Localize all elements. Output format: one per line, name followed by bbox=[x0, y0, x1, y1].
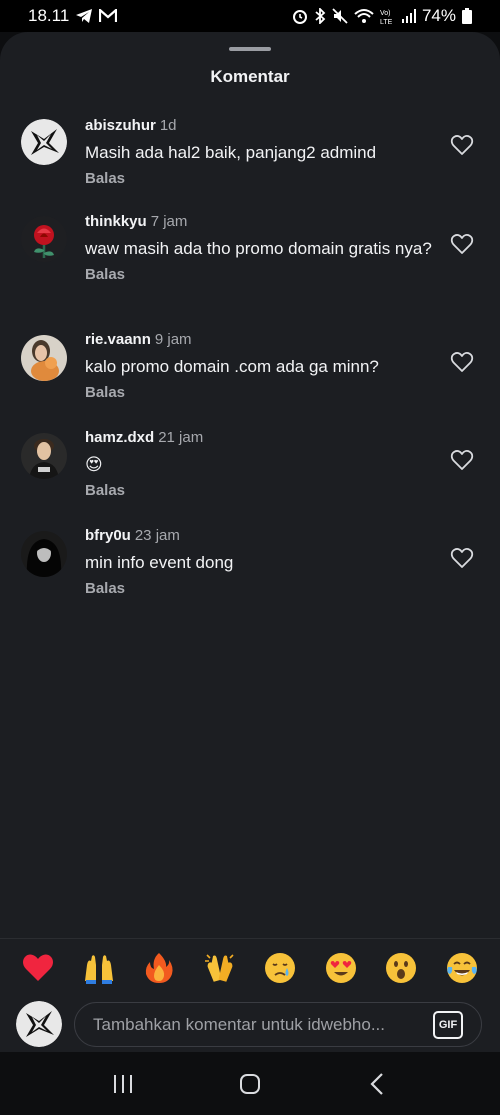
telegram-icon bbox=[75, 8, 93, 24]
comment-item: abiszuhur 1d Masih ada hal2 baik, panjang… bbox=[0, 116, 500, 216]
comment-input[interactable] bbox=[93, 1014, 433, 1035]
comment-body: bfry0u 23 jam min info event dong Balas bbox=[85, 526, 440, 597]
comment-header: thinkkyu 7 jam bbox=[85, 212, 440, 232]
status-right: Vo) LTE 74% bbox=[292, 6, 472, 26]
comment-time: 21 jam bbox=[158, 429, 204, 446]
avatar[interactable] bbox=[21, 119, 67, 165]
avatar bbox=[16, 1001, 62, 1047]
comment-text: min info event dong bbox=[85, 553, 234, 572]
sheet-title: Komentar bbox=[210, 67, 290, 86]
fire-emoji-button[interactable] bbox=[141, 950, 177, 986]
comment-username[interactable]: thinkkyu bbox=[85, 213, 147, 230]
comment-input-container: GIF bbox=[74, 1002, 482, 1047]
comment-username[interactable]: abiszuhur bbox=[85, 117, 156, 134]
clapping-hands-emoji-button[interactable] bbox=[202, 950, 238, 986]
avatar[interactable] bbox=[21, 531, 67, 577]
status-left: 18.11 bbox=[28, 6, 118, 26]
recent-apps-icon[interactable] bbox=[108, 1069, 138, 1099]
comment-header: bfry0u 23 jam bbox=[85, 526, 440, 546]
comment-item: hamz.dxd 21 jam 😍 Balas bbox=[0, 428, 500, 518]
comment-username[interactable]: hamz.dxd bbox=[85, 429, 154, 446]
red-heart-icon bbox=[23, 954, 54, 981]
heart-eyes-emoji-button[interactable] bbox=[323, 950, 359, 986]
gif-button[interactable]: GIF bbox=[433, 1010, 463, 1039]
alarm-icon bbox=[292, 8, 308, 24]
comment-item: rie.vaann 9 jam kalo promo domain .com ad… bbox=[0, 330, 500, 420]
reply-button[interactable]: Balas bbox=[85, 266, 440, 283]
comment-time: 23 jam bbox=[134, 527, 180, 544]
red-heart-emoji-button[interactable] bbox=[20, 950, 56, 986]
comment-body: abiszuhur 1d Masih ada hal2 baik, panjang… bbox=[85, 116, 440, 187]
comments-sheet: Komentar abiszuhur 1d Masih ada hal2 baik… bbox=[0, 32, 500, 1052]
comment-text: kalo promo domain .com ada ga minn? bbox=[85, 357, 379, 376]
heart-icon[interactable] bbox=[450, 133, 474, 157]
signal-icon bbox=[401, 9, 416, 23]
avatar[interactable] bbox=[21, 216, 67, 262]
comment-text: Masih ada hal2 baik, panjang2 admind bbox=[85, 143, 377, 162]
avatar[interactable] bbox=[21, 335, 67, 381]
raising-hands-emoji-button[interactable] bbox=[81, 950, 117, 986]
reply-button[interactable]: Balas bbox=[85, 384, 440, 401]
comment-header: rie.vaann 9 jam bbox=[85, 330, 440, 350]
status-time: 18.11 bbox=[28, 6, 70, 25]
heart-icon[interactable] bbox=[450, 546, 474, 570]
reply-button[interactable]: Balas bbox=[85, 580, 440, 597]
heart-icon[interactable] bbox=[450, 350, 474, 374]
home-icon[interactable] bbox=[235, 1069, 265, 1099]
comment-item: bfry0u 23 jam min info event dong Balas bbox=[0, 526, 500, 616]
comment-username[interactable]: rie.vaann bbox=[85, 331, 151, 348]
surprised-face-emoji-button[interactable] bbox=[383, 950, 419, 986]
heart-icon[interactable] bbox=[450, 448, 474, 472]
reply-button[interactable]: Balas bbox=[85, 482, 440, 499]
back-icon[interactable] bbox=[362, 1069, 392, 1099]
navigation-bar bbox=[0, 1052, 500, 1115]
raising-hands-icon bbox=[84, 954, 113, 984]
mute-icon bbox=[332, 8, 348, 24]
status-bar: 18.11 Vo) LTE 74% bbox=[0, 0, 500, 32]
avatar[interactable] bbox=[21, 433, 67, 479]
surprised-face-icon bbox=[386, 952, 417, 983]
bluetooth-icon bbox=[314, 8, 326, 24]
comment-time: 9 jam bbox=[154, 331, 192, 348]
comment-body: rie.vaann 9 jam kalo promo domain .com ad… bbox=[85, 330, 440, 401]
comment-header: abiszuhur 1d bbox=[85, 116, 440, 136]
comment-body: hamz.dxd 21 jam 😍 Balas bbox=[85, 428, 440, 499]
comment-item: thinkkyu 7 jam waw masih ada tho promo do… bbox=[0, 212, 500, 322]
reply-button[interactable]: Balas bbox=[85, 170, 440, 187]
comment-body: thinkkyu 7 jam waw masih ada tho promo do… bbox=[85, 212, 440, 283]
battery-percentage: 74% bbox=[421, 6, 456, 25]
comment-header: hamz.dxd 21 jam bbox=[85, 428, 440, 448]
svg-text:Vo): Vo) bbox=[380, 10, 391, 17]
crying-face-emoji-button[interactable] bbox=[262, 950, 298, 986]
wifi-icon bbox=[354, 8, 374, 24]
comment-text: 😍 bbox=[85, 455, 103, 474]
comment-username[interactable]: bfry0u bbox=[85, 527, 131, 544]
heart-eyes-icon bbox=[325, 952, 356, 983]
comment-time: 7 jam bbox=[150, 213, 188, 230]
emoji-reaction-bar bbox=[0, 938, 500, 996]
svg-text:LTE: LTE bbox=[380, 19, 393, 25]
gmail-icon bbox=[99, 9, 118, 23]
comment-text: waw masih ada tho promo domain gratis ny… bbox=[85, 239, 432, 258]
tears-of-joy-icon bbox=[446, 952, 477, 983]
comment-time: 1d bbox=[159, 117, 177, 134]
volte-icon: Vo) LTE bbox=[380, 7, 396, 25]
battery-icon bbox=[462, 8, 472, 24]
fire-icon bbox=[146, 952, 173, 983]
comment-composer: GIF bbox=[0, 1000, 500, 1052]
tears-of-joy-emoji-button[interactable] bbox=[444, 950, 480, 986]
heart-icon[interactable] bbox=[450, 232, 474, 256]
clapping-hands-icon bbox=[204, 953, 234, 982]
crying-face-icon bbox=[265, 952, 296, 983]
drag-handle[interactable] bbox=[229, 47, 271, 51]
